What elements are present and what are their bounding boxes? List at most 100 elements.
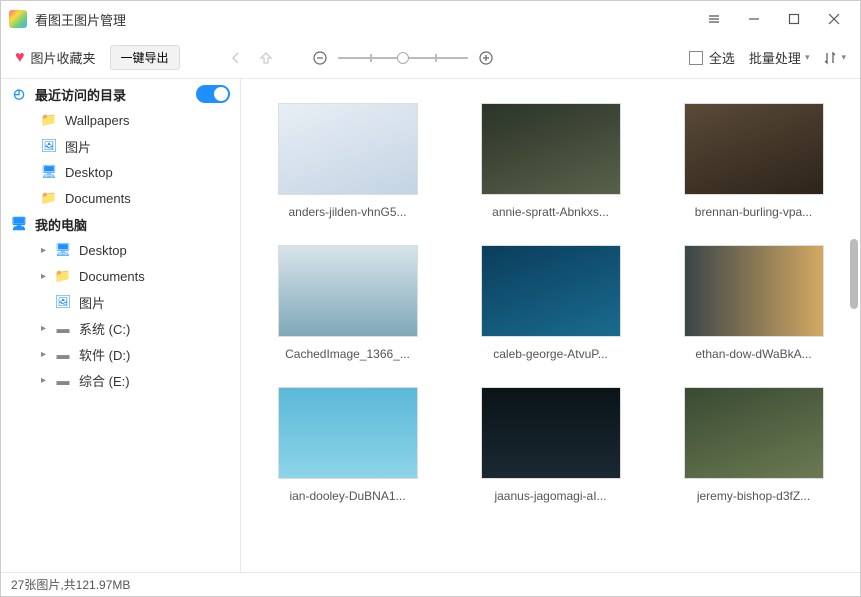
- folder-icon: 📁: [41, 190, 57, 206]
- sidebar-computer-item[interactable]: ▸ 🖥 Desktop: [1, 237, 240, 263]
- thumbnail-item[interactable]: anders-jilden-vhnG5...: [261, 103, 434, 219]
- sidebar-item-label: Desktop: [79, 243, 127, 258]
- expand-arrow[interactable]: ▸: [41, 245, 51, 256]
- thumbnail-label: jeremy-bishop-d3fZ...: [697, 489, 810, 503]
- expand-arrow[interactable]: ▸: [41, 271, 51, 282]
- sidebar-computer-item[interactable]: 🖼 图片: [1, 289, 240, 315]
- recent-header[interactable]: ◴ 最近访问的目录: [1, 81, 240, 107]
- toolbar: ♥ 图片收藏夹 一键导出 全选 批量处理 ▾ ▾: [1, 37, 860, 79]
- scrollbar-thumb[interactable]: [850, 239, 858, 309]
- thumbnail-item[interactable]: brennan-burling-vpa...: [667, 103, 840, 219]
- thumbnail-image[interactable]: [278, 103, 418, 195]
- sort-icon: [823, 51, 837, 65]
- thumbnail-item[interactable]: annie-spratt-Abnkxs...: [464, 103, 637, 219]
- thumbnail-image[interactable]: [481, 387, 621, 479]
- thumbnail-area: anders-jilden-vhnG5... annie-spratt-Abnkx…: [241, 79, 860, 572]
- back-button[interactable]: [228, 50, 244, 66]
- maximize-button[interactable]: [776, 5, 812, 33]
- select-all-checkbox[interactable]: [689, 51, 703, 65]
- thumbnail-item[interactable]: jaanus-jagomagi-aI...: [464, 387, 637, 503]
- expand-arrow[interactable]: ▸: [41, 349, 51, 360]
- drive-icon: ▬: [55, 373, 71, 388]
- app-icon: [9, 10, 27, 28]
- thumbnail-image[interactable]: [481, 103, 621, 195]
- computer-header-label: 我的电脑: [35, 215, 87, 234]
- computer-header[interactable]: 🖥 我的电脑: [1, 211, 240, 237]
- sidebar-item-label: 图片: [79, 293, 105, 312]
- sidebar-item-label: 软件 (D:): [79, 345, 130, 364]
- expand-arrow[interactable]: ▸: [41, 323, 51, 334]
- thumbnail-image[interactable]: [278, 387, 418, 479]
- thumbnail-item[interactable]: CachedImage_1366_...: [261, 245, 434, 361]
- sidebar-computer-item[interactable]: ▸ ▬ 软件 (D:): [1, 341, 240, 367]
- close-button[interactable]: [816, 5, 852, 33]
- sidebar-item-label: 图片: [65, 137, 91, 156]
- drive-icon: ▬: [55, 347, 71, 362]
- window-title: 看图王图片管理: [35, 10, 696, 29]
- thumbnail-image[interactable]: [684, 245, 824, 337]
- sidebar-item-label: Documents: [79, 269, 145, 284]
- thumbnail-item[interactable]: jeremy-bishop-d3fZ...: [667, 387, 840, 503]
- thumbnail-item[interactable]: ethan-dow-dWaBkA...: [667, 245, 840, 361]
- sidebar-item-label: Desktop: [65, 165, 113, 180]
- image-icon: 🖼: [41, 138, 57, 154]
- sidebar-item-label: 系统 (C:): [79, 319, 130, 338]
- menu-button[interactable]: [696, 5, 732, 33]
- recent-header-label: 最近访问的目录: [35, 85, 126, 104]
- chevron-down-icon: ▾: [841, 52, 846, 63]
- sidebar-item-label: Documents: [65, 191, 131, 206]
- favorites-link[interactable]: ♥ 图片收藏夹: [15, 48, 96, 67]
- sidebar-recent-item[interactable]: 🖥 Desktop: [1, 159, 240, 185]
- app-window: 看图王图片管理 ♥ 图片收藏夹 一键导出 全选 批量处理 ▾: [0, 0, 861, 597]
- status-text: 27张图片,共121.97MB: [11, 576, 130, 593]
- thumbnail-label: annie-spratt-Abnkxs...: [492, 205, 609, 219]
- folder-icon: 📁: [55, 268, 71, 284]
- sidebar-recent-item[interactable]: 📁Wallpapers: [1, 107, 240, 133]
- sidebar-recent-item[interactable]: 📁 Documents: [1, 185, 240, 211]
- titlebar: 看图王图片管理: [1, 1, 860, 37]
- up-button[interactable]: [258, 50, 274, 66]
- sidebar-item-label: Wallpapers: [65, 113, 130, 128]
- select-all-label: 全选: [709, 48, 735, 67]
- thumbnail-image[interactable]: [481, 245, 621, 337]
- thumbnail-label: ian-dooley-DuBNA1...: [289, 489, 405, 503]
- sidebar-computer-item[interactable]: ▸ ▬ 综合 (E:): [1, 367, 240, 393]
- thumbnail-image[interactable]: [684, 103, 824, 195]
- thumbnail-label: caleb-george-AtvuP...: [493, 347, 608, 361]
- zoom-slider[interactable]: [338, 57, 468, 59]
- select-all-control[interactable]: 全选: [689, 48, 735, 67]
- zoom-out-button[interactable]: [312, 50, 328, 66]
- export-button[interactable]: 一键导出: [110, 45, 180, 70]
- sidebar-recent-item[interactable]: 🖼 图片: [1, 133, 240, 159]
- recent-toggle[interactable]: [196, 85, 230, 103]
- thumbnail-label: anders-jilden-vhnG5...: [288, 205, 406, 219]
- thumbnail-item[interactable]: caleb-george-AtvuP...: [464, 245, 637, 361]
- sidebar-item-label: 综合 (E:): [79, 371, 130, 390]
- thumbnail-label: CachedImage_1366_...: [285, 347, 410, 361]
- zoom-in-button[interactable]: [478, 50, 494, 66]
- sidebar-computer-item[interactable]: ▸ ▬ 系统 (C:): [1, 315, 240, 341]
- batch-process-dropdown[interactable]: 批量处理 ▾: [749, 48, 810, 67]
- sidebar-computer-item[interactable]: ▸ 📁 Documents: [1, 263, 240, 289]
- chevron-down-icon: ▾: [805, 52, 810, 63]
- expand-arrow[interactable]: ▸: [41, 375, 51, 386]
- drive-icon: ▬: [55, 321, 71, 336]
- minimize-button[interactable]: [736, 5, 772, 33]
- favorites-label: 图片收藏夹: [31, 48, 96, 67]
- clock-icon: ◴: [11, 86, 27, 102]
- thumbnail-label: brennan-burling-vpa...: [695, 205, 812, 219]
- thumbnail-image[interactable]: [684, 387, 824, 479]
- thumbnail-image[interactable]: [278, 245, 418, 337]
- image-icon: 🖼: [55, 294, 71, 310]
- thumbnail-item[interactable]: ian-dooley-DuBNA1...: [261, 387, 434, 503]
- sort-dropdown[interactable]: ▾: [823, 51, 846, 65]
- statusbar: 27张图片,共121.97MB: [1, 572, 860, 596]
- desktop-icon: 🖥: [41, 164, 57, 180]
- zoom-slider-thumb[interactable]: [397, 52, 409, 64]
- batch-process-label: 批量处理: [749, 48, 801, 67]
- heart-icon: ♥: [15, 49, 25, 67]
- scrollbar[interactable]: [848, 79, 860, 572]
- computer-icon: 🖥: [11, 216, 27, 232]
- desktop-icon: 🖥: [55, 242, 71, 258]
- zoom-control: [312, 50, 494, 66]
